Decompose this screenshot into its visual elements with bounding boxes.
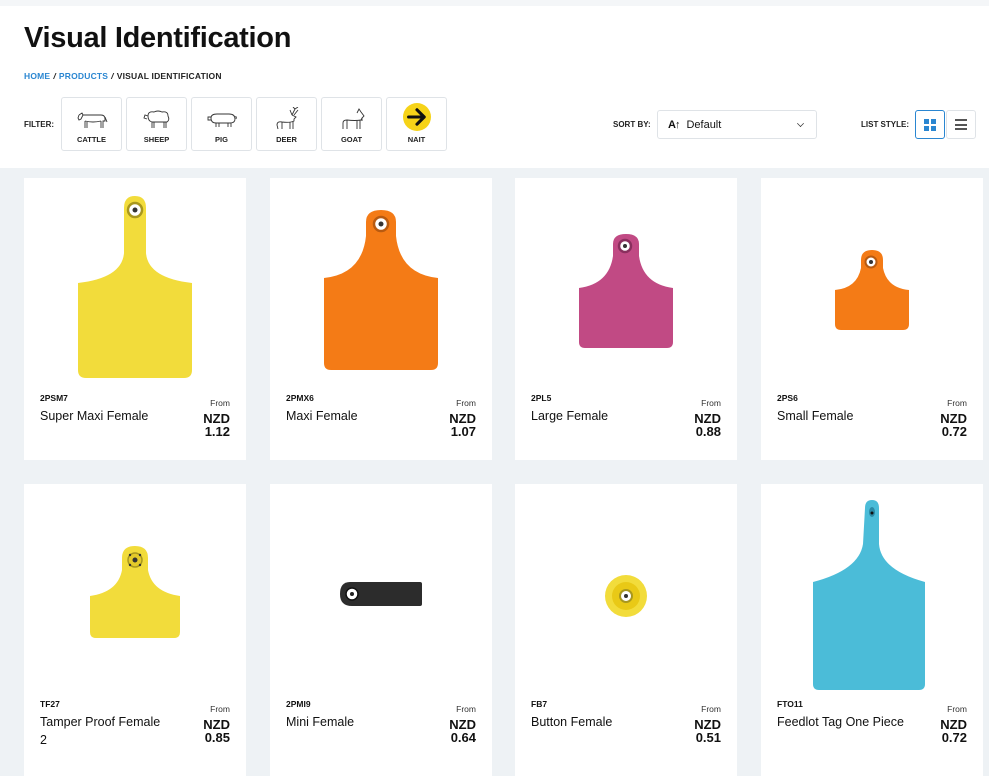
product-card[interactable]: FTO11 Feedlot Tag One Piece From NZD 0.7…: [761, 484, 983, 776]
list-view-button[interactable]: [946, 110, 976, 139]
product-image: [270, 484, 492, 694]
filter-deer-button[interactable]: DEER: [256, 97, 317, 151]
product-card[interactable]: 2PMX6 Maxi Female From NZD 1.07: [270, 178, 492, 460]
product-price: 0.51: [695, 730, 721, 745]
goat-icon: [342, 108, 365, 129]
product-name[interactable]: Tamper Proof Female 2: [40, 713, 170, 749]
breadcrumb: HOME / PRODUCTS / VISUAL IDENTIFICATION: [24, 71, 222, 81]
price-from-label: From: [210, 398, 230, 408]
filter-nait-button[interactable]: NAIT: [386, 97, 447, 151]
product-image: [515, 178, 737, 388]
breadcrumb-separator: /: [53, 71, 56, 81]
pig-icon: [207, 113, 237, 127]
filter-sheep-button[interactable]: SHEEP: [126, 97, 187, 151]
sort-value: Default: [686, 118, 722, 131]
product-code: 2PMI9: [286, 699, 311, 709]
filter-label: FILTER:: [24, 120, 55, 129]
list-style-label: LIST STYLE:: [861, 120, 909, 129]
product-name[interactable]: Maxi Female: [286, 407, 416, 425]
product-image: [761, 484, 983, 694]
chevron-down-icon: [797, 120, 804, 127]
top-strip: [0, 0, 989, 6]
price-from-label: From: [701, 704, 721, 714]
breadcrumb-current: VISUAL IDENTIFICATION: [116, 71, 222, 81]
filter-label-pig: PIG: [215, 135, 228, 144]
product-image: [515, 484, 737, 694]
arrow-right-icon: [406, 108, 426, 126]
filter-label-nait: NAIT: [407, 135, 426, 144]
product-card[interactable]: 2PL5 Large Female From NZD 0.88: [515, 178, 737, 460]
product-card[interactable]: FB7 Button Female From NZD 0.51: [515, 484, 737, 776]
product-code: FB7: [531, 699, 548, 709]
grid-icon: [924, 118, 936, 131]
product-image: [270, 178, 492, 388]
filter-goat-button[interactable]: GOAT: [321, 97, 382, 151]
price-from-label: From: [456, 398, 476, 408]
product-image: [24, 178, 246, 388]
breadcrumb-separator: /: [111, 71, 114, 81]
price-from-label: From: [210, 704, 230, 714]
grid-view-button[interactable]: [915, 110, 945, 139]
product-code: FTO11: [777, 699, 803, 709]
product-price: 0.64: [450, 730, 476, 745]
filter-label-sheep: SHEEP: [143, 135, 170, 144]
price-from-label: From: [947, 704, 967, 714]
price-from-label: From: [947, 398, 967, 408]
price-from-label: From: [701, 398, 721, 408]
nait-badge: [402, 103, 431, 131]
cattle-icon: [77, 112, 107, 128]
product-code: TF27: [40, 699, 60, 709]
product-image: [761, 178, 983, 388]
filter-bar: CATTLE SHEEP PIG DEER GOAT NAIT: [61, 97, 447, 151]
product-code: 2PL5: [531, 393, 552, 403]
product-code: 2PMX6: [286, 393, 314, 403]
product-price: 0.88: [695, 424, 721, 439]
filter-label-goat: GOAT: [340, 135, 363, 144]
product-card[interactable]: 2PMI9 Mini Female From NZD 0.64: [270, 484, 492, 776]
breadcrumb-products[interactable]: PRODUCTS: [59, 71, 108, 81]
product-name[interactable]: Mini Female: [286, 713, 416, 731]
filter-label-cattle: CATTLE: [76, 135, 107, 144]
sort-az-icon: A↑: [668, 118, 680, 131]
product-card[interactable]: 2PSM7 Super Maxi Female From NZD 1.12: [24, 178, 246, 460]
product-price: 0.72: [941, 730, 967, 745]
product-name[interactable]: Super Maxi Female: [40, 407, 170, 425]
product-name[interactable]: Small Female: [777, 407, 907, 425]
product-grid: 2PSM7 Super Maxi Female From NZD 1.12 2P…: [0, 168, 989, 776]
product-price: 0.72: [941, 424, 967, 439]
sort-select[interactable]: A↑ Default: [657, 110, 817, 139]
filter-label-deer: DEER: [276, 135, 297, 144]
product-name[interactable]: Large Female: [531, 407, 661, 425]
product-price: 1.12: [204, 424, 230, 439]
sheep-icon: [142, 110, 169, 128]
filter-pig-button[interactable]: PIG: [191, 97, 252, 151]
product-code: 2PSM7: [40, 393, 68, 403]
list-icon: [955, 119, 967, 130]
product-card[interactable]: TF27 Tamper Proof Female 2 From NZD 0.85: [24, 484, 246, 776]
breadcrumb-home[interactable]: HOME: [24, 71, 50, 81]
product-price: 0.85: [204, 730, 230, 745]
product-name[interactable]: Button Female: [531, 713, 661, 731]
product-code: 2PS6: [777, 393, 798, 403]
price-from-label: From: [456, 704, 476, 714]
page-title: Visual Identification: [24, 22, 292, 54]
deer-icon: [276, 107, 298, 130]
product-price: 1.07: [450, 424, 476, 439]
product-card[interactable]: 2PS6 Small Female From NZD 0.72: [761, 178, 983, 460]
product-image: [24, 484, 246, 694]
filter-cattle-button[interactable]: CATTLE: [61, 97, 122, 151]
product-name[interactable]: Feedlot Tag One Piece: [777, 713, 907, 731]
sort-label: SORT BY:: [613, 120, 651, 129]
